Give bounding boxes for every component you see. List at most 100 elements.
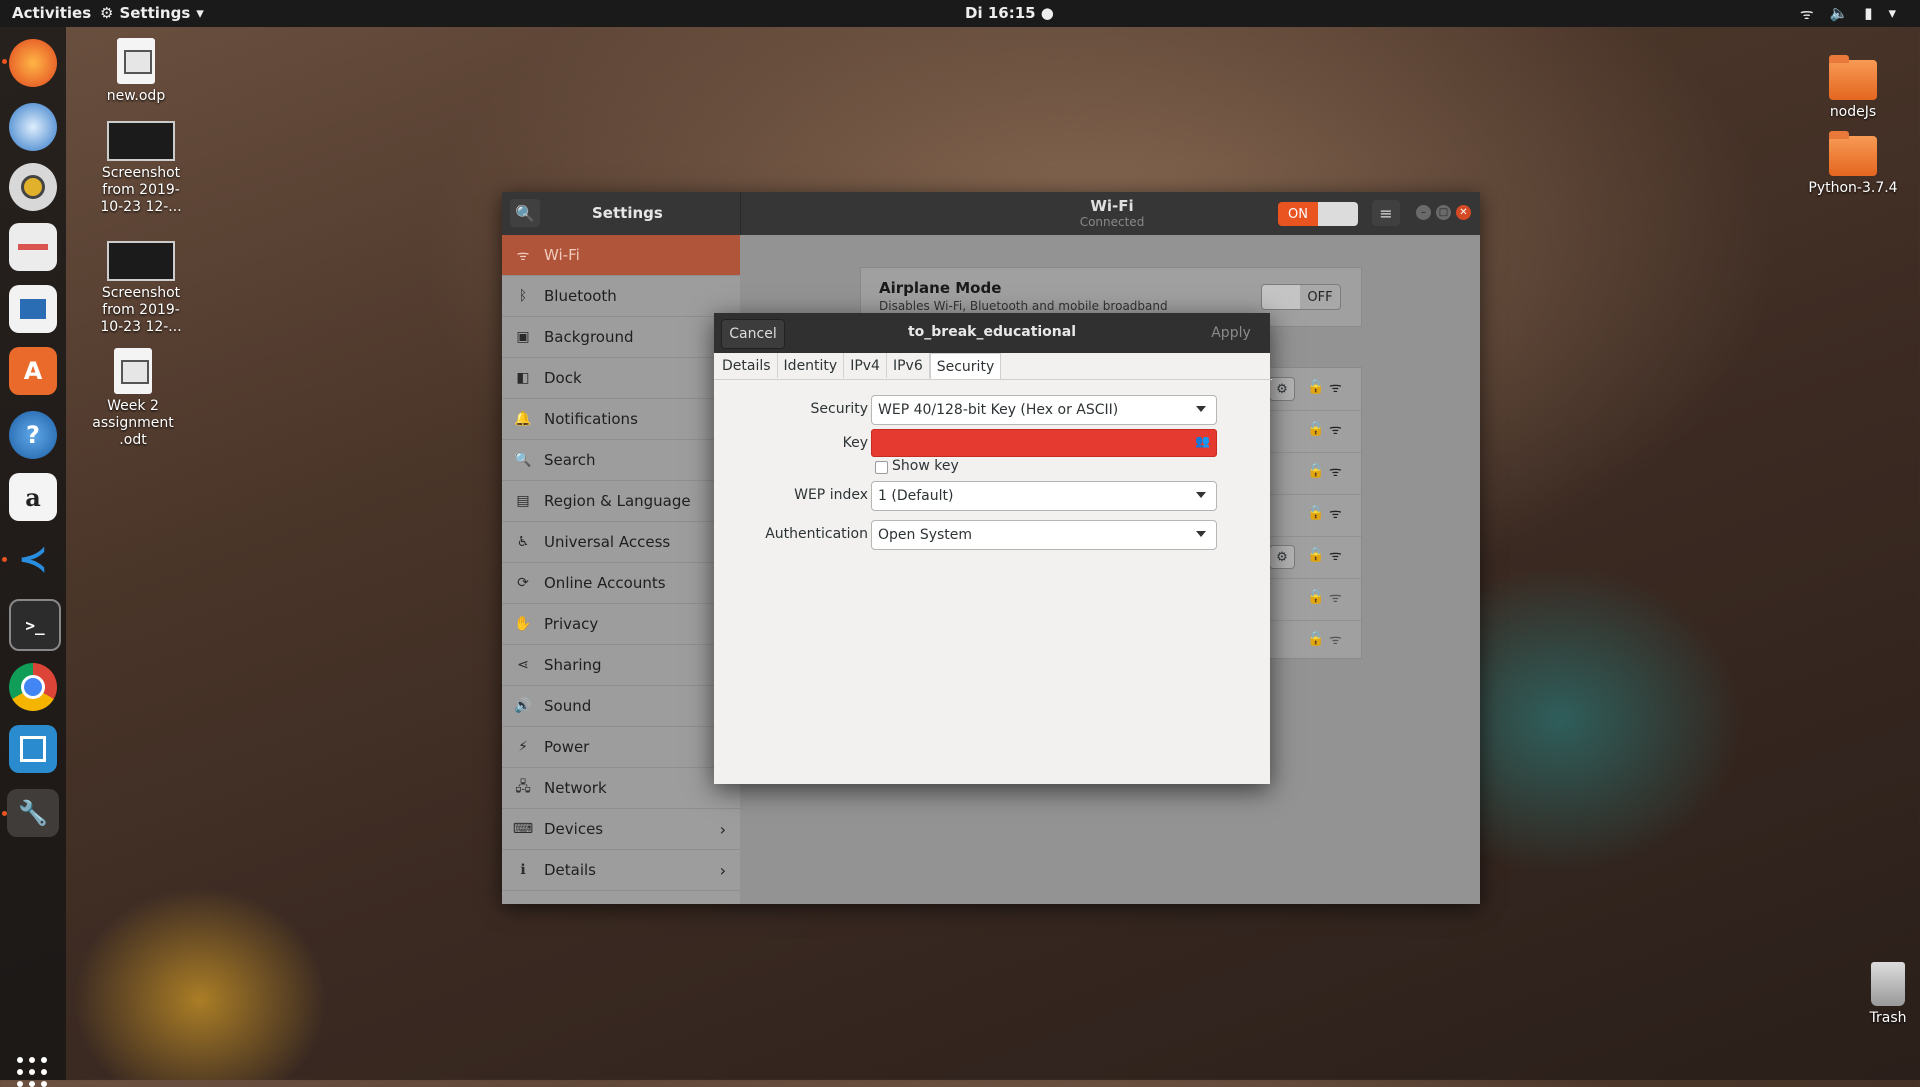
accounts-icon: ⟳: [517, 575, 529, 591]
airplane-mode-toggle[interactable]: OFF: [1261, 284, 1341, 310]
sidebar-item-search[interactable]: 🔍 Search: [502, 440, 740, 481]
accessibility-icon: ♿: [516, 534, 530, 550]
app-menu[interactable]: ⚙ Settings ▾: [100, 4, 204, 22]
sidebar-item-sharing[interactable]: ⋖ Sharing: [502, 645, 740, 686]
sidebar-item-universal-access[interactable]: ♿ Universal Access: [502, 522, 740, 563]
airplane-mode-title: Airplane Mode: [879, 279, 1002, 297]
network-icon: 🖧: [515, 779, 531, 795]
tab-details[interactable]: Details: [716, 353, 778, 378]
remote-icon[interactable]: [9, 725, 57, 773]
security-select[interactable]: WEP 40/128-bit Key (Hex or ASCII): [871, 395, 1217, 425]
tab-ipv6[interactable]: IPv6: [887, 353, 930, 378]
cancel-button[interactable]: Cancel: [721, 319, 785, 349]
password-storage-icon[interactable]: 👥: [1195, 434, 1210, 448]
dialog-tabs: Details Identity IPv4 IPv6 Security: [714, 353, 1272, 380]
settings-sidebar: ᯤ Wi-Fi ᛒ Bluetooth ▣ Background ◧ Dock 🔔 Not…: [502, 235, 740, 904]
key-input[interactable]: 👥: [871, 429, 1217, 457]
background-icon: ▣: [516, 329, 530, 345]
settings-header-bar: 🔍 Settings Wi-Fi Connected ON ≡ – □ ✕: [502, 192, 1480, 235]
search-icon: 🔍: [514, 452, 532, 468]
sidebar-item-notifications[interactable]: 🔔 Notifications: [502, 399, 740, 440]
sidebar-item-background[interactable]: ▣ Background: [502, 317, 740, 358]
airplane-mode-description: Disables Wi-Fi, Bluetooth and mobile bro…: [879, 299, 1168, 313]
wifi-signal-icon: ᯤ: [1329, 380, 1342, 396]
firefox-icon[interactable]: [9, 39, 57, 87]
share-icon: ⋖: [517, 657, 529, 673]
activities-button[interactable]: Activities: [12, 4, 91, 22]
sidebar-item-online-accounts[interactable]: ⟳ Online Accounts: [502, 563, 740, 604]
folder-icon: [1829, 131, 1877, 176]
sidebar-item-details[interactable]: ℹ Details ›: [502, 850, 740, 891]
dialog-header: Cancel to_break_educational Apply: [714, 313, 1270, 353]
sidebar-item-region-language[interactable]: ▤ Region & Language: [502, 481, 740, 522]
desktop-file[interactable]: Week 2 assignment .odt: [83, 348, 183, 449]
show-key-checkbox[interactable]: [875, 461, 888, 474]
files-icon[interactable]: [9, 223, 57, 271]
desktop-file[interactable]: Screenshot from 2019-10-23 12-...: [91, 121, 191, 216]
sidebar-item-power[interactable]: ⚡ Power: [502, 727, 740, 768]
tab-ipv4[interactable]: IPv4: [844, 353, 887, 378]
minimize-button[interactable]: –: [1416, 205, 1431, 220]
sidebar-item-sound[interactable]: 🔊 Sound: [502, 686, 740, 727]
desktop-file[interactable]: Screenshot from 2019-10-23 12-...: [91, 241, 191, 336]
chevron-down-icon: ▾: [196, 4, 204, 22]
amazon-icon[interactable]: a: [9, 473, 57, 521]
key-label: Key: [842, 435, 868, 451]
sidebar-item-network[interactable]: 🖧 Network: [502, 768, 740, 809]
dropdown-arrow-icon: [1196, 492, 1206, 498]
hand-icon: ✋: [514, 616, 532, 632]
camera-icon: ▤: [516, 493, 530, 509]
writer-icon[interactable]: [9, 285, 57, 333]
desktop-trash[interactable]: Trash: [1838, 962, 1920, 1027]
tab-identity[interactable]: Identity: [778, 353, 845, 378]
wifi-signal-icon: ᯤ: [1329, 632, 1342, 648]
app-menu-label: Settings: [119, 4, 191, 22]
show-key-label[interactable]: Show key: [892, 458, 959, 474]
lock-icon: 🔒: [1307, 631, 1325, 647]
top-bar: Activities ⚙ Settings ▾ Di 16:15 ● ᯤ 🔈 ▮…: [0, 0, 1920, 27]
terminal-icon[interactable]: >_: [9, 599, 61, 651]
dock-icon: ◧: [516, 370, 530, 386]
maximize-button[interactable]: □: [1436, 205, 1451, 220]
sidebar-item-devices[interactable]: ⌨ Devices ›: [502, 809, 740, 850]
settings-icon[interactable]: 🔧: [7, 789, 59, 837]
info-icon: ℹ: [520, 862, 526, 878]
authentication-select[interactable]: Open System: [871, 520, 1217, 550]
vscode-icon[interactable]: ≺: [9, 535, 57, 583]
document-file-icon: [114, 348, 152, 394]
sidebar-item-wifi[interactable]: ᯤ Wi-Fi: [502, 235, 740, 276]
show-apps-button[interactable]: [17, 1057, 47, 1087]
close-button[interactable]: ✕: [1456, 205, 1471, 220]
lock-icon: 🔒: [1307, 589, 1325, 605]
thunderbird-icon[interactable]: [9, 103, 57, 151]
software-icon[interactable]: A: [9, 347, 57, 395]
rhythmbox-icon[interactable]: [9, 163, 57, 211]
desktop-folder[interactable]: nodeJs: [1803, 55, 1903, 121]
speaker-icon: 🔊: [514, 698, 532, 714]
lock-icon: 🔒: [1307, 379, 1325, 395]
wifi-toggle[interactable]: ON: [1278, 202, 1358, 226]
wep-index-select[interactable]: 1 (Default): [871, 481, 1217, 511]
hamburger-menu-button[interactable]: ≡: [1372, 200, 1400, 226]
gear-icon[interactable]: ⚙: [1269, 377, 1295, 401]
system-tray[interactable]: ᯤ 🔈 ▮ ▾: [1800, 4, 1896, 24]
presentation-file-icon: [117, 38, 155, 84]
tab-security[interactable]: Security: [929, 353, 1002, 379]
sidebar-item-dock[interactable]: ◧ Dock: [502, 358, 740, 399]
search-button[interactable]: 🔍: [510, 199, 540, 227]
show-key-row: Show key: [714, 457, 1270, 479]
authentication-row: Authentication Open System: [714, 520, 1270, 550]
lock-icon: 🔒: [1307, 505, 1325, 521]
apply-button[interactable]: Apply: [1200, 319, 1262, 347]
clock[interactable]: Di 16:15 ●: [965, 4, 1054, 22]
sidebar-item-privacy[interactable]: ✋ Privacy: [502, 604, 740, 645]
chrome-icon[interactable]: [9, 663, 57, 711]
sidebar-item-bluetooth[interactable]: ᛒ Bluetooth: [502, 276, 740, 317]
desktop-folder[interactable]: Python-3.7.4: [1803, 131, 1903, 197]
lock-icon: 🔒: [1307, 547, 1325, 563]
lock-icon: 🔒: [1307, 421, 1325, 437]
dock: A ? a ≺ >_ 🔧: [0, 27, 66, 1087]
desktop-file[interactable]: new.odp: [86, 38, 186, 105]
help-icon[interactable]: ?: [9, 411, 57, 459]
gear-icon[interactable]: ⚙: [1269, 545, 1295, 569]
